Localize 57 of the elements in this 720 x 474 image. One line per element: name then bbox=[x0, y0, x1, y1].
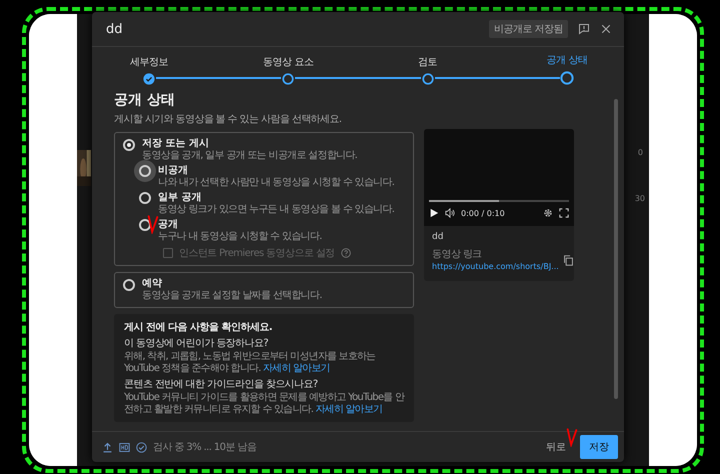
feedback-icon[interactable] bbox=[578, 23, 590, 35]
option-label: 공개 bbox=[158, 219, 179, 231]
checkbox-label: 인스턴트 Premieres 동영상으로 설정 bbox=[179, 247, 335, 260]
fullscreen-icon[interactable] bbox=[559, 208, 569, 218]
upload-status: 검사 중 3% ... 10분 남음 bbox=[153, 441, 256, 454]
option-description: 동영상을 공개, 일부 공개 또는 비공개로 설정합니다. bbox=[142, 150, 358, 162]
option-description: 누구나 내 동영상을 시청할 수 있습니다. bbox=[158, 231, 322, 243]
option-label: 저장 또는 게시 bbox=[142, 138, 210, 150]
notice-question: 콘텐츠 전반에 대한 가이드라인을 찾으시나요? bbox=[124, 379, 319, 391]
learn-more-link[interactable]: 자세히 알아보기 bbox=[262, 363, 330, 374]
radio-button[interactable] bbox=[123, 279, 135, 291]
step-circle-icon[interactable] bbox=[422, 73, 434, 85]
close-icon[interactable] bbox=[600, 23, 612, 35]
time-display: 0:00 / 0:10 bbox=[461, 208, 505, 218]
radio-button[interactable] bbox=[139, 219, 151, 231]
step-label[interactable]: 공개 상태 bbox=[546, 53, 588, 67]
volume-icon[interactable] bbox=[445, 208, 455, 218]
notice-text: YouTube 커뮤니티 가이드를 활용하면 문제를 예방하고 YouTube를 안전하고 활발한 커뮤니티로 유지할 수 있습니다. 자세히 알아보기 bbox=[124, 392, 404, 416]
step-circle-icon[interactable] bbox=[560, 71, 574, 85]
save-status-badge: 비공개로 저장됨 bbox=[488, 20, 568, 38]
check-circle-icon[interactable] bbox=[143, 73, 155, 85]
video-link-label: 동영상 링크 bbox=[432, 248, 482, 261]
option-label: 비공개 bbox=[158, 165, 189, 177]
notice-question: 이 동영상에 어린이가 등장하나요? bbox=[124, 338, 270, 350]
option-description: 동영상 링크가 있으면 누구든 내 동영상을 볼 수 있습니다. bbox=[158, 204, 394, 216]
option-description: 나와 내가 선택한 사람만 내 동영상을 시청할 수 있습니다. bbox=[158, 177, 394, 189]
check-mark-annotation bbox=[147, 214, 159, 234]
step-label[interactable]: 동영상 요소 bbox=[263, 55, 314, 69]
radio-button[interactable] bbox=[123, 139, 135, 151]
learn-more-link[interactable]: 자세히 알아보기 bbox=[315, 404, 382, 415]
radio-button[interactable] bbox=[139, 165, 151, 177]
check-mark-annotation bbox=[566, 427, 578, 447]
step-label[interactable]: 세부정보 bbox=[130, 55, 168, 69]
video-title: dd bbox=[432, 232, 444, 242]
option-label: 일부 공개 bbox=[158, 192, 202, 204]
notice-text: 위해, 착취, 괴롭힘, 노동법 위반으로부터 미성년자를 보호하는 YouTube 정책을 준수해야 합니다. 자세히 알아보기 bbox=[124, 351, 376, 375]
table-cell: 0 bbox=[638, 148, 643, 157]
settings-icon[interactable] bbox=[543, 208, 553, 218]
option-description: 동영상을 공개로 설정할 날짜를 선택합니다. bbox=[142, 290, 322, 302]
upload-icon bbox=[102, 442, 113, 452]
check-circle-icon bbox=[136, 442, 147, 452]
hd-icon bbox=[119, 442, 130, 452]
play-icon[interactable] bbox=[429, 208, 439, 218]
save-button[interactable]: 저장 bbox=[580, 435, 618, 459]
option-label: 예약 bbox=[142, 278, 163, 290]
radio-button[interactable] bbox=[139, 192, 151, 204]
table-cell: 30 bbox=[634, 194, 645, 203]
section-subtitle: 게시할 시기와 동영상을 볼 수 있는 사람을 선택하세요. bbox=[114, 113, 342, 126]
help-icon[interactable] bbox=[340, 248, 351, 258]
notice-title: 게시 전에 다음 사항을 확인하세요. bbox=[124, 321, 274, 334]
dialog-title: dd bbox=[106, 22, 124, 36]
back-button[interactable]: 뒤로 bbox=[538, 436, 574, 458]
video-link[interactable]: https://youtube.com/shorts/BJ... bbox=[432, 261, 559, 273]
step-circle-icon[interactable] bbox=[282, 73, 294, 85]
step-label[interactable]: 검토 bbox=[418, 55, 438, 69]
section-title: 공개 상태 bbox=[114, 91, 176, 109]
copy-icon[interactable] bbox=[562, 254, 574, 266]
